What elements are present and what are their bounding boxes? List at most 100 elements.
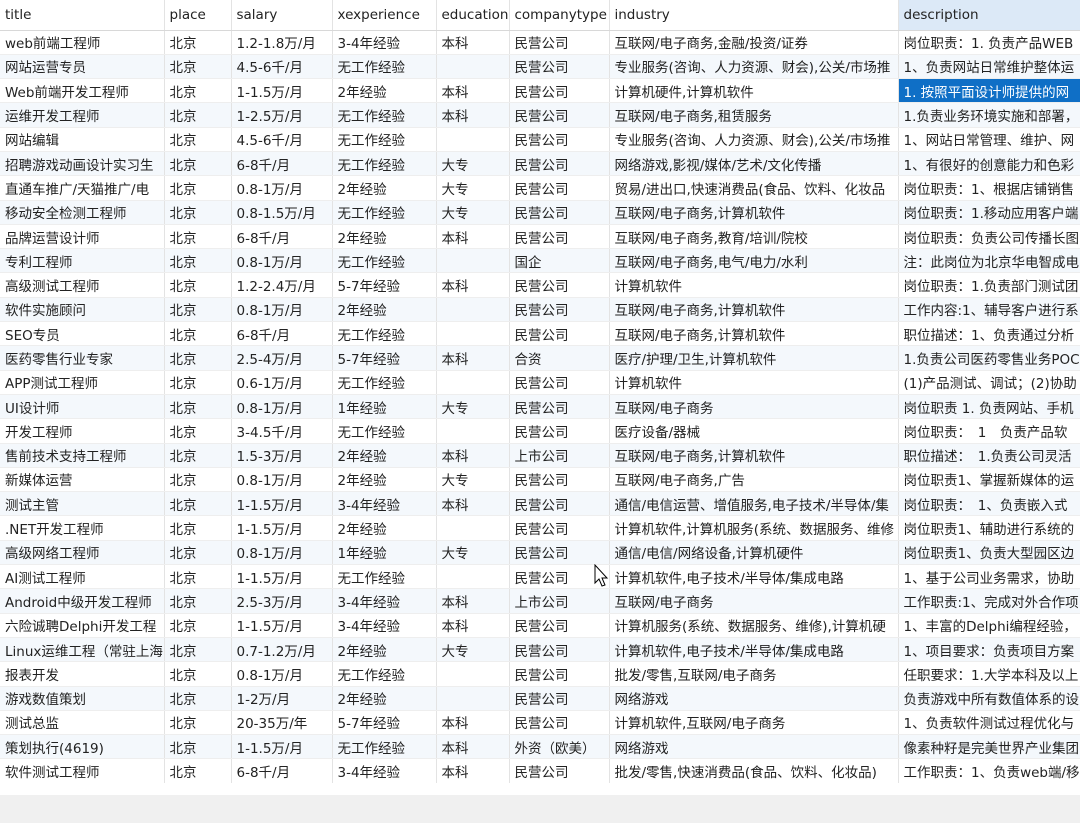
cell-xexperience[interactable]: 无工作经验: [332, 661, 437, 687]
cell-title[interactable]: 测试总监: [0, 710, 165, 736]
table-row[interactable]: 开发工程师 北京 3-4.5千/月 无工作经验 民营公司 医疗设备/器械 岗位职责： 1 负…: [0, 418, 1080, 444]
cell-salary[interactable]: 0.8-1万/月: [231, 297, 333, 323]
cell-education[interactable]: 本科: [436, 30, 510, 55]
cell-education[interactable]: 大专: [436, 540, 510, 566]
cell-industry[interactable]: 计算机软件,电子技术/半导体/集成电路: [609, 564, 899, 590]
cell-education[interactable]: 本科: [436, 491, 510, 517]
cell-xexperience[interactable]: 2年经验: [332, 297, 437, 323]
table-row[interactable]: 游戏数值策划 北京 1-2万/月 2年经验 民营公司 网络游戏 负责游戏中所有数值体系的设: [0, 686, 1080, 711]
cell-xexperience[interactable]: 无工作经验: [332, 127, 437, 152]
table-row[interactable]: 专利工程师 北京 0.8-1万/月 无工作经验 国企 互联网/电子商务,电气/电力/水利注…: [0, 248, 1080, 274]
cell-education[interactable]: [436, 418, 510, 444]
cell-title[interactable]: 专利工程师: [0, 248, 165, 274]
cell-title[interactable]: 高级网络工程师: [0, 540, 165, 566]
cell-industry[interactable]: 计算机软件,互联网/电子商务: [609, 710, 899, 736]
cell-description[interactable]: 岗位职责：1.移动应用客户端: [898, 200, 1080, 225]
column-header-companytype[interactable]: companytype: [509, 0, 610, 31]
cell-title[interactable]: 软件测试工程师: [0, 758, 165, 783]
cell-companytype[interactable]: 上市公司: [509, 588, 610, 614]
cell-title[interactable]: 医药零售行业专家: [0, 345, 165, 371]
cell-description[interactable]: 1、有很好的创意能力和色彩: [898, 151, 1080, 177]
cell-companytype[interactable]: 民营公司: [509, 102, 610, 128]
cell-education[interactable]: 本科: [436, 224, 510, 250]
cell-education[interactable]: [436, 686, 510, 711]
cell-place[interactable]: 北京: [164, 588, 232, 614]
table-row[interactable]: SEO专员 北京 6-8千/月 无工作经验 民营公司 互联网/电子商务,计算机软件 职位描述…: [0, 321, 1080, 347]
cell-industry[interactable]: 互联网/电子商务,租赁服务: [609, 102, 899, 128]
cell-xexperience[interactable]: 3-4年经验: [332, 613, 437, 638]
cell-xexperience[interactable]: 无工作经验: [332, 151, 437, 177]
table-row[interactable]: 招聘游戏动画设计实习生 北京 6-8千/月 无工作经验 大专 民营公司 网络游戏,影视/媒体…: [0, 151, 1080, 177]
cell-education[interactable]: 大专: [436, 200, 510, 225]
cell-education[interactable]: 本科: [436, 78, 510, 104]
cell-description[interactable]: 像素种籽是完美世界产业集团: [898, 734, 1080, 760]
cell-description[interactable]: 注：此岗位为北京华电智成电: [898, 248, 1080, 274]
cell-place[interactable]: 北京: [164, 200, 232, 225]
data-grid[interactable]: title place salary xexperience education comp…: [0, 0, 1080, 783]
table-row[interactable]: 高级测试工程师 北京 1.2-2.4万/月 5-7年经验 本科 民营公司 计算机软件 岗位职责…: [0, 272, 1080, 298]
column-header-education[interactable]: education: [436, 0, 510, 31]
cell-xexperience[interactable]: 3-4年经验: [332, 588, 437, 614]
cell-companytype[interactable]: 民营公司: [509, 661, 610, 687]
cell-industry[interactable]: 互联网/电子商务: [609, 394, 899, 420]
table-row[interactable]: 六险诚聘Delphi开发工程 北京 1-1.5万/月 3-4年经验 本科 民营公司 计算机服…: [0, 613, 1080, 638]
table-row[interactable]: 策划执行(4619) 北京 1-1.5万/月 无工作经验 本科 外资（欧美） 网络游戏 像素种…: [0, 734, 1080, 760]
cell-xexperience[interactable]: 2年经验: [332, 224, 437, 250]
cell-companytype[interactable]: 民营公司: [509, 637, 610, 663]
cell-xexperience[interactable]: 2年经验: [332, 686, 437, 711]
cell-title[interactable]: 测试主管: [0, 491, 165, 517]
cell-industry[interactable]: 计算机软件: [609, 370, 899, 395]
cell-industry[interactable]: 批发/零售,互联网/电子商务: [609, 661, 899, 687]
column-header-xexperience[interactable]: xexperience: [332, 0, 437, 31]
cell-companytype[interactable]: 合资: [509, 345, 610, 371]
cell-title[interactable]: Android中级开发工程师: [0, 588, 165, 614]
cell-industry[interactable]: 专业服务(咨询、人力资源、财会),公关/市场推: [609, 54, 899, 80]
column-header-industry[interactable]: industry: [609, 0, 899, 31]
column-header-place[interactable]: place: [164, 0, 232, 31]
cell-industry[interactable]: 网络游戏: [609, 686, 899, 711]
cell-salary[interactable]: 1-1.5万/月: [231, 734, 333, 760]
cell-industry[interactable]: 计算机软件,计算机服务(系统、数据服务、维修: [609, 515, 899, 541]
cell-industry[interactable]: 互联网/电子商务,计算机软件: [609, 200, 899, 225]
cell-title[interactable]: 移动安全检测工程师: [0, 200, 165, 225]
cell-salary[interactable]: 3-4.5千/月: [231, 418, 333, 444]
cell-companytype[interactable]: 民营公司: [509, 613, 610, 638]
cell-xexperience[interactable]: 3-4年经验: [332, 758, 437, 783]
cell-title[interactable]: 六险诚聘Delphi开发工程: [0, 613, 165, 638]
table-row[interactable]: Linux运维工程（常驻上海 北京 0.7-1.2万/月 2年经验 大专 民营公司 计算机软…: [0, 637, 1080, 663]
cell-title[interactable]: APP测试工程师: [0, 370, 165, 395]
cell-industry[interactable]: 通信/电信/网络设备,计算机硬件: [609, 540, 899, 566]
cell-companytype[interactable]: 民营公司: [509, 418, 610, 444]
cell-industry[interactable]: 网络游戏,影视/媒体/艺术/文化传播: [609, 151, 899, 177]
table-row[interactable]: 医药零售行业专家 北京 2.5-4万/月 5-7年经验 本科 合资 医疗/护理/卫生,计算机…: [0, 345, 1080, 371]
cell-industry[interactable]: 互联网/电子商务,计算机软件: [609, 321, 899, 347]
cell-xexperience[interactable]: 5-7年经验: [332, 710, 437, 736]
cell-companytype[interactable]: 民营公司: [509, 467, 610, 493]
cell-industry[interactable]: 计算机服务(系统、数据服务、维修),计算机硬: [609, 613, 899, 638]
cell-salary[interactable]: 0.8-1万/月: [231, 467, 333, 493]
cell-title[interactable]: web前端工程师: [0, 30, 165, 55]
cell-industry[interactable]: 计算机硬件,计算机软件: [609, 78, 899, 104]
cell-place[interactable]: 北京: [164, 248, 232, 274]
cell-place[interactable]: 北京: [164, 224, 232, 250]
cell-place[interactable]: 北京: [164, 78, 232, 104]
cell-description[interactable]: 任职要求：1.大学本科及以上: [898, 661, 1080, 687]
cell-education[interactable]: 大专: [436, 151, 510, 177]
cell-xexperience[interactable]: 5-7年经验: [332, 345, 437, 371]
cell-description[interactable]: 工作职责:1、完成对外合作项: [898, 588, 1080, 614]
cell-industry[interactable]: 互联网/电子商务,广告: [609, 467, 899, 493]
cell-education[interactable]: 本科: [436, 734, 510, 760]
cell-place[interactable]: 北京: [164, 637, 232, 663]
cell-place[interactable]: 北京: [164, 297, 232, 323]
cell-salary[interactable]: 1-1.5万/月: [231, 491, 333, 517]
cell-salary[interactable]: 1.2-1.8万/月: [231, 30, 333, 55]
cell-title[interactable]: 报表开发: [0, 661, 165, 687]
cell-education[interactable]: [436, 564, 510, 590]
cell-salary[interactable]: 0.8-1万/月: [231, 248, 333, 274]
cell-industry[interactable]: 医疗/护理/卫生,计算机软件: [609, 345, 899, 371]
cell-xexperience[interactable]: 无工作经验: [332, 54, 437, 80]
cell-companytype[interactable]: 民营公司: [509, 30, 610, 55]
cell-salary[interactable]: 6-8千/月: [231, 224, 333, 250]
cell-xexperience[interactable]: 1年经验: [332, 540, 437, 566]
cell-industry[interactable]: 网络游戏: [609, 734, 899, 760]
